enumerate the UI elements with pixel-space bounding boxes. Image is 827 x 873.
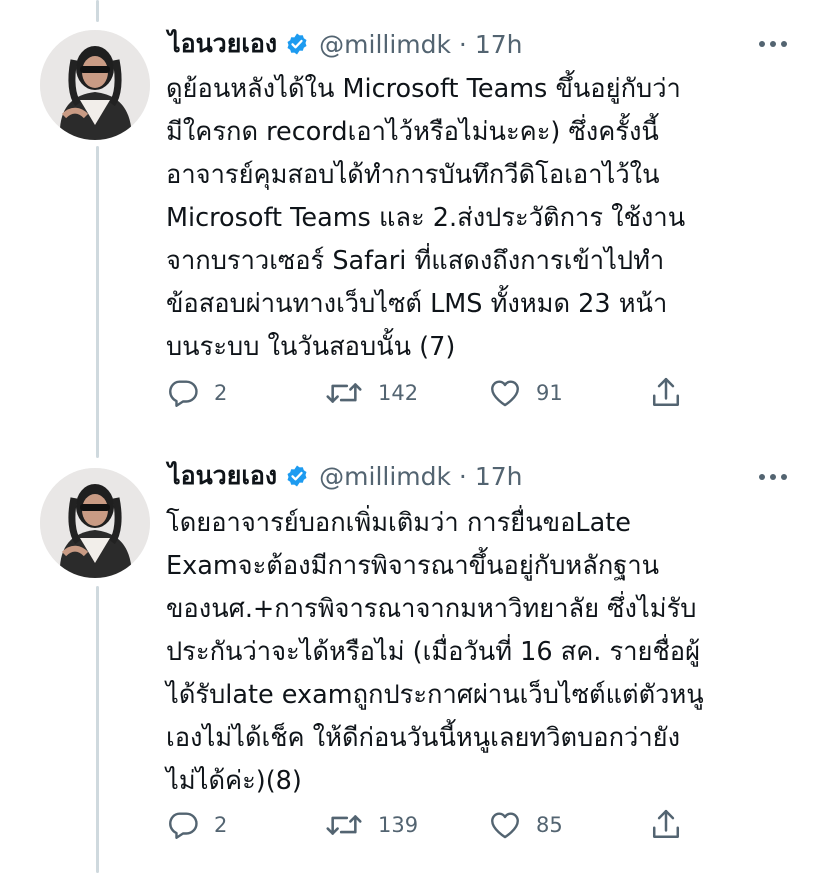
display-name[interactable]: ไอนวยเอง — [168, 456, 277, 496]
tweet-text-line: ไม่ได้ค่ะ)(8) — [166, 766, 302, 796]
tweet-text-line: ประกันว่าจะได้หรือไม่ (เมื่อวันที่ 16 สค… — [166, 637, 701, 667]
tweet[interactable]: ไอนวยเอง @millimdk · 17h โดยอาจารย์บอกเพ… — [0, 440, 827, 873]
share-button[interactable] — [649, 373, 683, 413]
tweet-text-line: ได้รับlate examถูกประกาศผ่านเว็บไซต์แต่ต… — [166, 680, 704, 710]
avatar-image — [40, 468, 150, 578]
like-count: 85 — [536, 813, 563, 837]
avatar-image — [40, 30, 150, 140]
tweet-text-line: มีใครกด recordเอาไว้หรือไม่นะคะ) ซึ่งครั… — [166, 117, 659, 147]
share-icon — [652, 809, 680, 839]
tweet-text-line: ข้อสอบผ่านทางเว็บไซต์ LMS ทั้งหมด 23 หน้… — [166, 289, 668, 319]
handle-and-time[interactable]: @millimdk · 17h — [319, 462, 522, 491]
tweet-text-line: ดูย้อนหลังได้ใน Microsoft Teams ขึ้นอยู่… — [166, 74, 681, 104]
share-icon — [652, 377, 680, 407]
reply-button[interactable]: 2 — [166, 805, 227, 845]
retweet-icon — [326, 815, 362, 835]
tweet-text-line: บนระบบ ในวันสอบนั้น (7) — [166, 332, 456, 362]
tweet-actions: 2 142 91 — [166, 373, 726, 413]
display-name[interactable]: ไอนวยเอง — [168, 24, 277, 64]
reply-icon — [169, 812, 198, 839]
tweet-actions: 2 139 85 — [166, 805, 726, 845]
tweet-text: ดูย้อนหลังได้ใน Microsoft Teams ขึ้นอยู่… — [166, 68, 806, 369]
tweet-header: ไอนวยเอง @millimdk · 17h — [168, 458, 522, 494]
like-icon — [491, 380, 519, 407]
tweet[interactable]: ไอนวยเอง @millimdk · 17h ดูย้อนหลังได้ใน… — [0, 0, 827, 440]
reply-button[interactable]: 2 — [166, 373, 227, 413]
retweet-button[interactable]: 142 — [324, 373, 418, 413]
retweet-icon — [326, 383, 362, 403]
reply-icon — [169, 380, 198, 407]
like-icon — [491, 812, 519, 839]
share-button[interactable] — [649, 805, 683, 845]
tweet-text-line: Microsoft Teams และ 2.ส่งประวัติการ ใช้ง… — [166, 203, 686, 233]
verified-badge-icon — [285, 32, 309, 56]
avatar[interactable] — [40, 468, 150, 578]
tweet-text-line: อาจารย์คุมสอบได้ทำการบันทึกวีดิโอเอาไว้ใ… — [166, 160, 660, 190]
tweet-text-line: จากบราวเซอร์ Safari ที่แสดงถึงการเข้าไปท… — [166, 246, 665, 276]
retweet-count: 142 — [378, 381, 419, 405]
more-options-icon[interactable] — [759, 474, 787, 480]
reply-count: 2 — [214, 813, 228, 837]
more-options-icon[interactable] — [759, 41, 787, 47]
avatar[interactable] — [40, 30, 150, 140]
tweet-text-line: เองไม่ได้เช็ค ให้ดีก่อนวันนี้หนูเลยทวิตบ… — [166, 723, 681, 753]
tweet-text-line: โดยอาจารย์บอกเพิ่มเติมว่า การยื่นขอLate — [166, 508, 631, 538]
tweet-text: โดยอาจารย์บอกเพิ่มเติมว่า การยื่นขอLate … — [166, 502, 806, 803]
reply-count: 2 — [214, 381, 228, 405]
handle-and-time[interactable]: @millimdk · 17h — [319, 30, 522, 59]
retweet-button[interactable]: 139 — [324, 805, 418, 845]
like-button[interactable]: 85 — [488, 805, 563, 845]
retweet-count: 139 — [378, 813, 419, 837]
tweet-header: ไอนวยเอง @millimdk · 17h — [168, 26, 522, 62]
like-button[interactable]: 91 — [488, 373, 563, 413]
tweet-text-line: ของนศ.+การพิจารณาจากมหาวิทยาลัย ซึ่งไม่ร… — [166, 594, 697, 624]
verified-badge-icon — [285, 464, 309, 488]
tweet-text-line: Examจะต้องมีการพิจารณาขึ้นอยู่กับหลักฐาน — [166, 551, 660, 581]
like-count: 91 — [536, 381, 563, 405]
